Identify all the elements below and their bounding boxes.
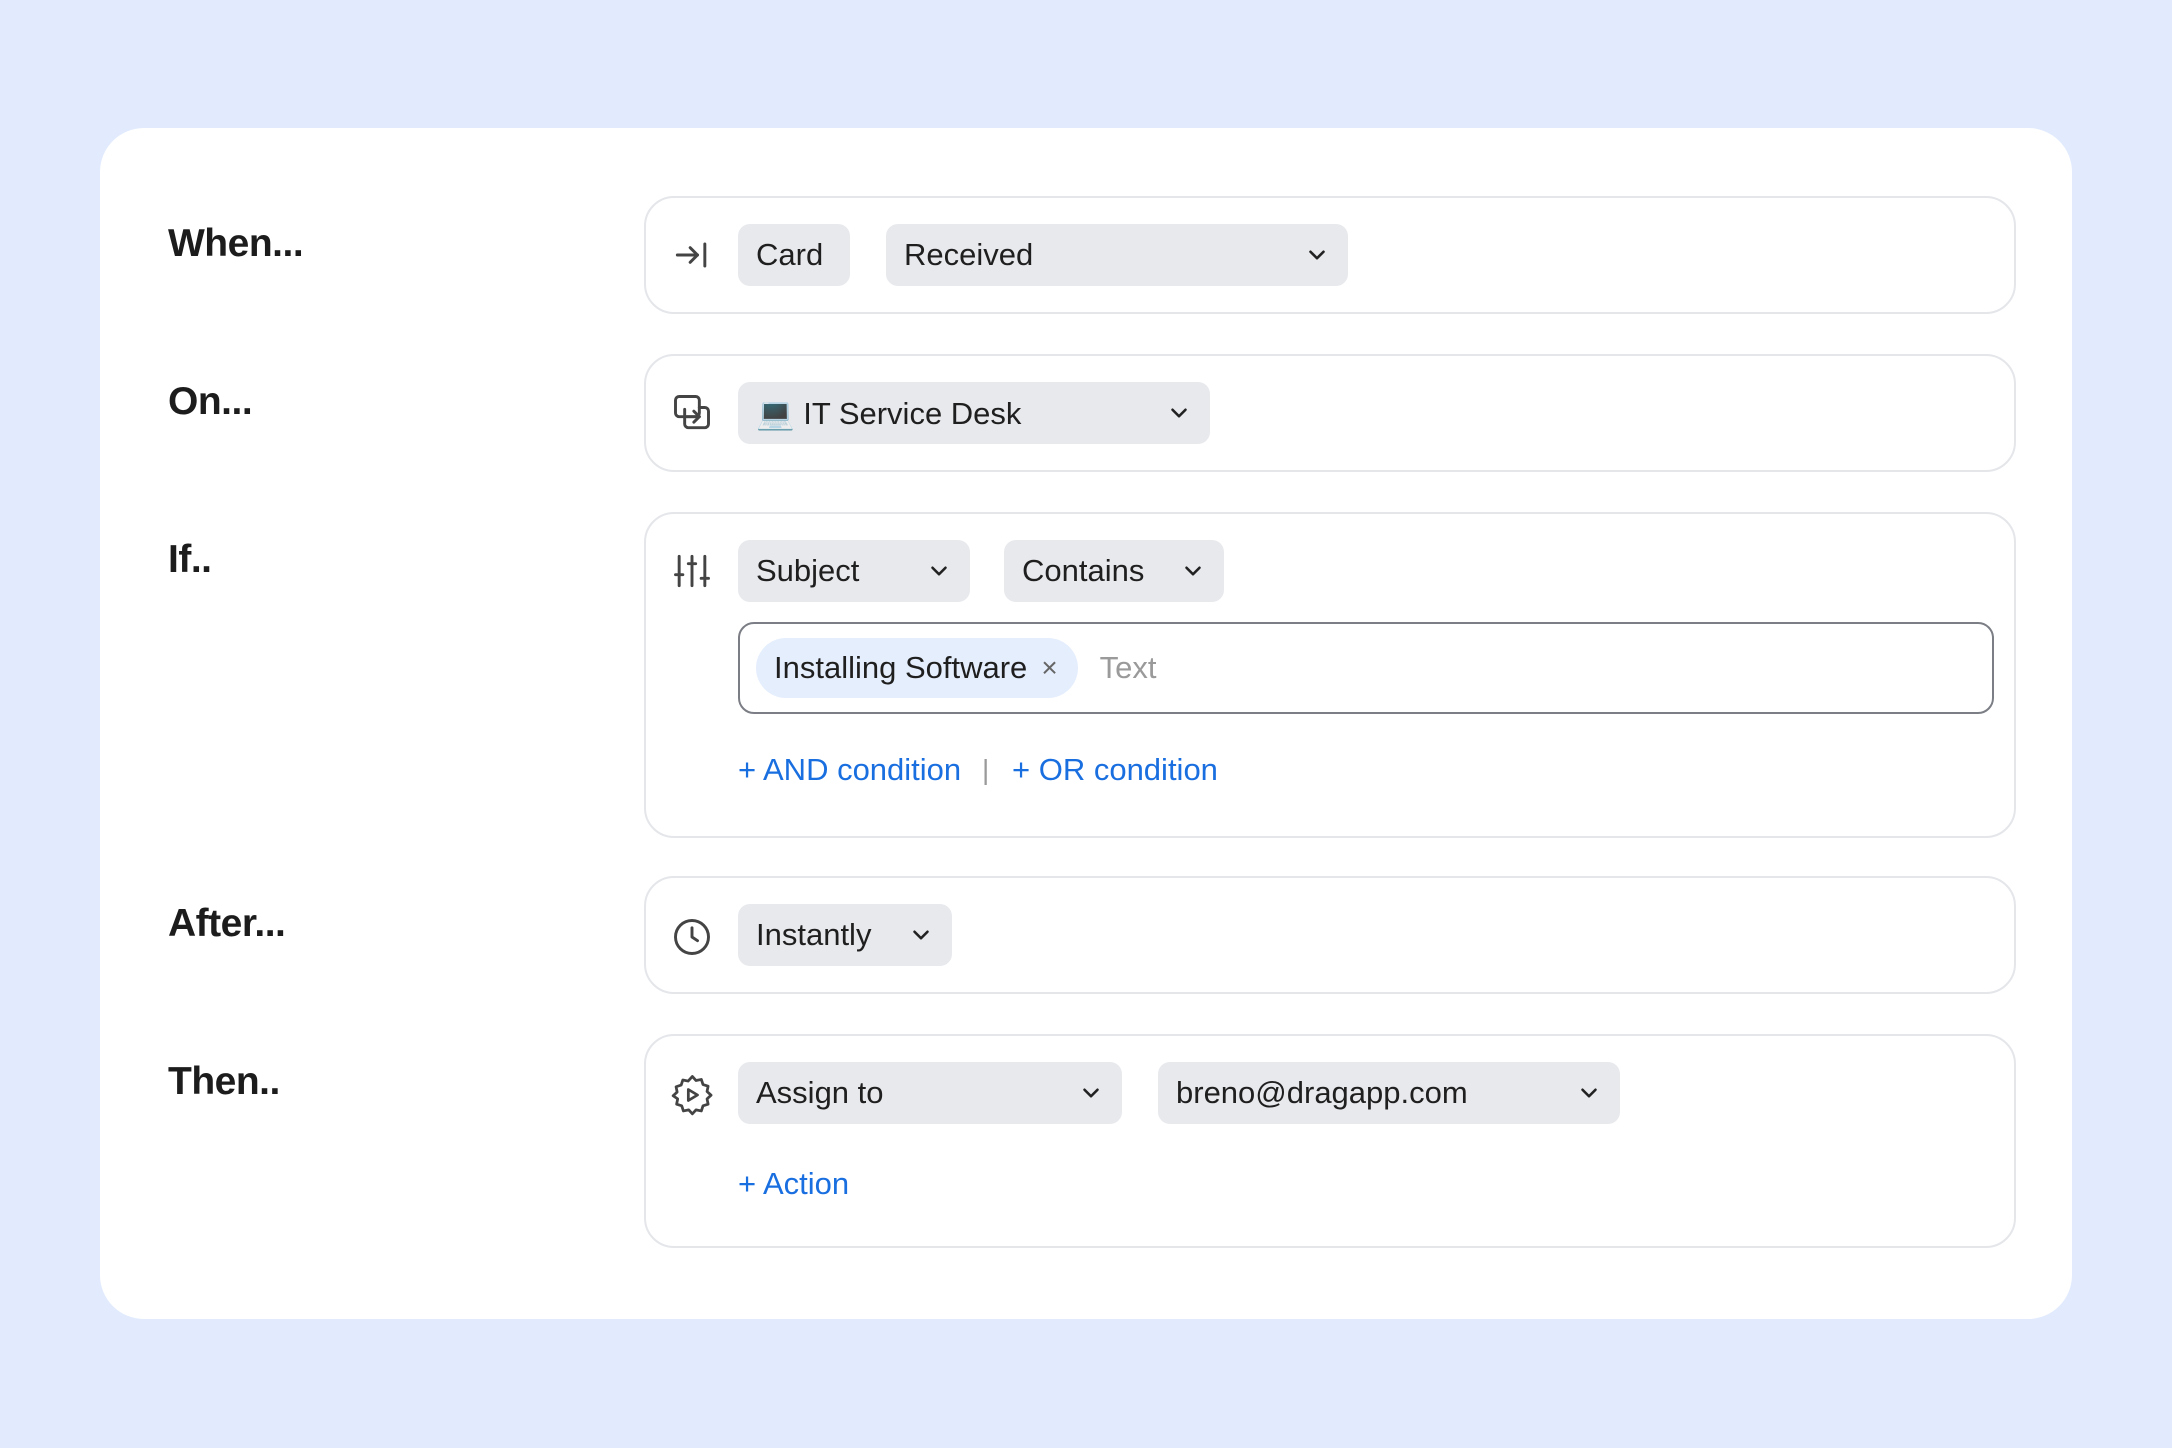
trigger-object-select[interactable]: Card	[738, 224, 850, 286]
arrow-right-to-bar-icon	[668, 231, 716, 279]
board-select[interactable]: 💻 IT Service Desk	[738, 382, 1210, 444]
chevron-down-icon	[1309, 250, 1325, 260]
action-type-select[interactable]: Assign to	[738, 1062, 1122, 1124]
chevron-down-icon	[1185, 566, 1201, 576]
remove-tag-icon[interactable]: ×	[1041, 652, 1057, 684]
condition-operator-select[interactable]: Contains	[1004, 540, 1224, 602]
condition-operator-label: Contains	[1022, 553, 1145, 588]
add-action-link[interactable]: + Action	[738, 1166, 849, 1202]
sliders-icon	[668, 547, 716, 595]
value-tag-label: Installing Software	[774, 650, 1028, 685]
automation-rule-card: When... Card Received On... 💻 IT Service…	[100, 128, 2072, 1319]
after-box: Instantly	[644, 876, 2016, 994]
trigger-event-label: Received	[904, 237, 1034, 272]
on-box: 💻 IT Service Desk	[644, 354, 2016, 472]
on-label: On...	[168, 380, 253, 423]
switch-board-icon	[668, 389, 716, 437]
after-label: After...	[168, 902, 286, 945]
value-input-placeholder[interactable]: Text	[1100, 650, 1157, 686]
chevron-down-icon	[1581, 1088, 1597, 1098]
condition-field-select[interactable]: Subject	[738, 540, 970, 602]
value-tag-chip: Installing Software ×	[756, 638, 1078, 698]
clock-icon	[668, 913, 716, 961]
when-box: Card Received	[644, 196, 2016, 314]
then-box: Assign to breno@dragapp.com + Action	[644, 1034, 2016, 1248]
trigger-event-select[interactable]: Received	[886, 224, 1348, 286]
if-label: If..	[168, 538, 212, 581]
add-or-condition-link[interactable]: + OR condition	[1012, 752, 1218, 788]
chevron-down-icon	[931, 566, 947, 576]
when-label: When...	[168, 222, 304, 265]
condition-separator: |	[982, 754, 990, 785]
assignee-label: breno@dragapp.com	[1176, 1075, 1468, 1110]
if-box: Subject Contains Installing Software × T…	[644, 512, 2016, 838]
then-label: Then..	[168, 1060, 280, 1103]
chevron-down-icon	[1083, 1088, 1099, 1098]
trigger-object-label: Card	[756, 237, 824, 272]
condition-value-input[interactable]: Installing Software × Text	[738, 622, 1994, 714]
board-label: 💻 IT Service Desk	[756, 395, 1022, 431]
chevron-down-icon	[1171, 408, 1187, 418]
gear-play-icon	[668, 1071, 716, 1119]
action-type-label: Assign to	[756, 1075, 884, 1110]
delay-label: Instantly	[756, 917, 872, 952]
add-and-condition-link[interactable]: + AND condition	[738, 752, 961, 788]
delay-select[interactable]: Instantly	[738, 904, 952, 966]
chevron-down-icon	[913, 930, 929, 940]
condition-field-label: Subject	[756, 553, 860, 588]
assignee-select[interactable]: breno@dragapp.com	[1158, 1062, 1620, 1124]
